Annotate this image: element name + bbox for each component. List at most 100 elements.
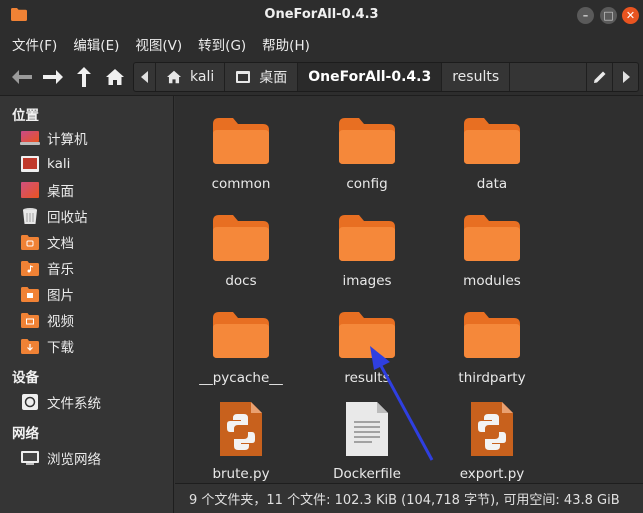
path-segment-label: kali (190, 69, 215, 85)
folder-icon (464, 118, 520, 164)
menu-help[interactable]: 帮助(H) (262, 34, 310, 54)
sidebar-item-filesystem[interactable]: 文件系统 (20, 391, 101, 413)
file-item-docs[interactable]: docs (178, 211, 304, 289)
maximize-button[interactable]: □ (600, 7, 617, 24)
network-icon (20, 449, 40, 467)
file-name: export.py (459, 466, 525, 482)
file-item-pycache[interactable]: __pycache__ (178, 308, 304, 386)
computer-icon (20, 129, 40, 147)
home-icon (167, 70, 181, 84)
text-file-icon (346, 402, 388, 456)
sidebar-item-kali[interactable]: kali (20, 153, 70, 175)
file-name: docs (225, 273, 257, 289)
pictures-folder-icon (20, 285, 40, 303)
path-segment-oneforall[interactable]: OneForAll-0.4.3 (298, 63, 443, 91)
home-button[interactable] (102, 64, 128, 90)
file-view: common config data docs images modules _… (175, 96, 643, 483)
sidebar-item-documents[interactable]: 文档 (20, 231, 74, 253)
chevron-left-icon (140, 71, 148, 83)
sidebar-item-downloads[interactable]: 下载 (20, 335, 74, 357)
file-item-config[interactable]: config (304, 114, 430, 192)
trash-icon (20, 207, 40, 225)
path-segment-desktop[interactable]: 桌面 (225, 63, 299, 91)
close-icon: ✕ (625, 9, 636, 22)
status-bar: 9 个文件夹，11 个文件: 102.3 KiB (104,718 字节), 可… (175, 483, 643, 513)
desktop-icon (236, 71, 251, 83)
minimize-button[interactable]: – (577, 7, 594, 24)
file-name: config (346, 176, 388, 192)
file-name: common (211, 176, 271, 192)
drive-icon (20, 393, 40, 411)
file-name: data (476, 176, 508, 192)
sidebar-item-label: 浏览网络 (47, 452, 101, 468)
window-title: OneForAll-0.4.3 (264, 7, 379, 22)
sidebar-item-pictures[interactable]: 图片 (20, 283, 74, 305)
sidebar-header-network: 网络 (12, 426, 39, 442)
home-folder-icon (20, 155, 40, 173)
path-segment-results[interactable]: results (442, 63, 511, 91)
path-segment-label: 桌面 (259, 70, 288, 86)
python-file-icon (471, 402, 513, 456)
file-name: images (342, 273, 392, 289)
folder-icon (213, 118, 269, 164)
file-name: __pycache__ (199, 370, 283, 386)
file-item-data[interactable]: data (429, 114, 555, 192)
file-item-images[interactable]: images (304, 211, 430, 289)
sidebar-item-label: kali (47, 156, 71, 172)
edit-location-button[interactable] (586, 63, 612, 91)
downloads-folder-icon (20, 337, 40, 355)
status-text: 9 个文件夹，11 个文件: 102.3 KiB (104,718 字节), 可… (189, 493, 620, 508)
menu-view[interactable]: 视图(V) (135, 34, 182, 54)
path-segment-label: results (452, 69, 500, 85)
file-item-brute-py[interactable]: brute.py (178, 400, 304, 482)
desktop-folder-icon (20, 181, 40, 199)
file-item-thirdparty[interactable]: thirdparty (429, 308, 555, 386)
sidebar-item-trash[interactable]: 回收站 (20, 205, 88, 227)
file-name: modules (463, 273, 521, 289)
file-name: thirdparty (458, 370, 526, 386)
file-item-common[interactable]: common (178, 114, 304, 192)
back-button[interactable] (9, 64, 35, 90)
sidebar-item-label: 计算机 (47, 132, 88, 148)
forward-button[interactable] (40, 64, 66, 90)
up-button[interactable] (71, 64, 97, 90)
sidebar-item-browse-network[interactable]: 浏览网络 (20, 447, 101, 469)
title-bar: OneForAll-0.4.3 – □ ✕ (0, 0, 643, 30)
python-file-icon (220, 402, 262, 456)
file-manager-window: OneForAll-0.4.3 – □ ✕ 文件(F) 编辑(E) 视图(V) … (0, 0, 643, 513)
sidebar-item-label: 回收站 (47, 210, 88, 226)
sidebar-item-desktop[interactable]: 桌面 (20, 179, 74, 201)
menu-file[interactable]: 文件(F) (12, 34, 57, 54)
file-name: Dockerfile (333, 466, 401, 482)
menu-bar: 文件(F) 编辑(E) 视图(V) 转到(G) 帮助(H) (0, 30, 643, 58)
file-item-modules[interactable]: modules (429, 211, 555, 289)
sidebar-item-computer[interactable]: 计算机 (20, 127, 88, 149)
path-scroll-left-button[interactable] (134, 63, 156, 91)
chevron-right-icon (622, 71, 630, 83)
documents-folder-icon (20, 233, 40, 251)
file-item-dockerfile[interactable]: Dockerfile (304, 400, 430, 482)
sidebar-item-label: 音乐 (47, 262, 74, 278)
close-button[interactable]: ✕ (622, 7, 639, 24)
pencil-icon (593, 71, 605, 83)
path-segment-kali[interactable]: kali (156, 63, 226, 91)
folder-icon (464, 215, 520, 261)
sidebar-item-videos[interactable]: 视频 (20, 309, 74, 331)
path-bar: kali 桌面 OneForAll-0.4.3 results (133, 62, 639, 92)
menu-go[interactable]: 转到(G) (198, 34, 246, 54)
sidebar-item-music[interactable]: 音乐 (20, 257, 74, 279)
folder-icon (339, 118, 395, 164)
file-item-results[interactable]: results (304, 308, 430, 386)
sidebar-header-devices: 设备 (12, 370, 39, 386)
path-segment-label: OneForAll-0.4.3 (308, 69, 432, 85)
path-scroll-right-button[interactable] (612, 63, 638, 91)
arrow-left-icon (12, 70, 32, 84)
path-bar-spacer (510, 63, 586, 91)
file-name: brute.py (212, 466, 270, 482)
file-item-export-py[interactable]: export.py (429, 400, 555, 482)
menu-edit[interactable]: 编辑(E) (73, 34, 119, 54)
sidebar-header-places: 位置 (12, 108, 39, 124)
home-icon (106, 69, 124, 85)
sidebar-item-label: 图片 (47, 288, 74, 304)
sidebar-item-label: 桌面 (47, 184, 74, 200)
